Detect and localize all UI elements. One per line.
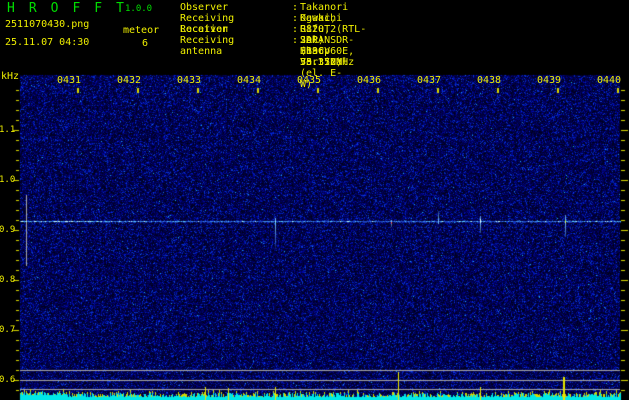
receiving-antenna-label: Receiving antenna [180, 35, 235, 57]
colon-separator: : [292, 35, 299, 46]
meteor-count: 6 [142, 38, 149, 49]
y-tick-label: 0.9 [0, 225, 16, 235]
y-tick-label: 1.1 [0, 125, 16, 135]
x-tick-label: 0440 [597, 75, 622, 86]
y-tick-label: 0.7 [0, 325, 16, 335]
x-tick-label: 0436 [357, 75, 382, 86]
receiver-label: Receiver [180, 24, 229, 35]
colon-separator: : [292, 13, 299, 24]
x-tick-label: 0438 [477, 75, 502, 86]
x-tick-label: 0439 [537, 75, 562, 86]
x-tick-label: 0437 [417, 75, 442, 86]
capture-datetime: 25.11.07 04:30 [5, 37, 90, 48]
mode-label: meteor [123, 25, 160, 36]
x-tick-label: 0434 [237, 75, 262, 86]
app-title: HROFFT [7, 1, 138, 16]
hrofft-window: HROFFT 1.0.0 2511070430.png meteor 25.11… [0, 0, 629, 400]
observer-label: Observer [180, 2, 229, 13]
x-tick-label: 0431 [57, 75, 82, 86]
x-tick-label: 0435 [297, 75, 322, 86]
x-tick-label: 0432 [117, 75, 142, 86]
app-version: 1.0.0 [125, 4, 153, 14]
x-tick-label: 0433 [177, 75, 202, 86]
y-tick-label: 0.8 [0, 275, 16, 285]
capture-filename: 2511070430.png [5, 19, 90, 30]
frequency-unit-label: kHz [1, 71, 20, 82]
colon-separator: : [292, 24, 299, 35]
y-tick-label: 1.0 [0, 175, 16, 185]
y-tick-label: 0.6 [0, 375, 16, 385]
colon-separator: : [292, 2, 299, 13]
